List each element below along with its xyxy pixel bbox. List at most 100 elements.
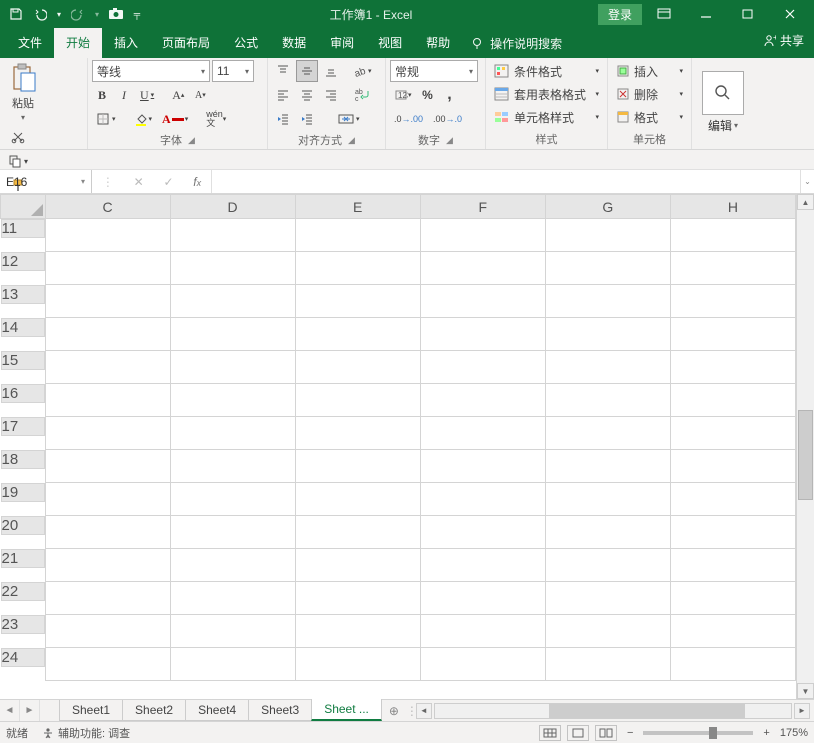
cell[interactable]	[295, 615, 420, 648]
cell[interactable]	[670, 318, 795, 351]
cell[interactable]	[670, 549, 795, 582]
column-header[interactable]: C	[45, 195, 170, 219]
tab-pagelayout[interactable]: 页面布局	[150, 28, 222, 58]
sheet-tab[interactable]: Sheet ...	[311, 699, 382, 721]
customize-qat-icon[interactable]: ╤	[130, 4, 144, 24]
cell[interactable]	[45, 615, 170, 648]
accessibility-status[interactable]: 辅助功能: 调查	[42, 725, 130, 741]
cell[interactable]	[545, 483, 670, 516]
cell[interactable]	[545, 549, 670, 582]
cell[interactable]	[170, 417, 295, 450]
bold-button[interactable]: B	[92, 84, 112, 106]
cell[interactable]	[670, 648, 795, 681]
cell[interactable]	[420, 318, 545, 351]
cell[interactable]	[45, 450, 170, 483]
row-header[interactable]: 20	[1, 516, 45, 535]
row-header[interactable]: 16	[1, 384, 45, 403]
row-header[interactable]: 18	[1, 450, 45, 469]
row-header[interactable]: 11	[1, 219, 45, 238]
cell[interactable]	[295, 219, 420, 252]
row-header[interactable]: 24	[1, 648, 45, 667]
signin-button[interactable]: 登录	[598, 4, 642, 25]
expand-formula-bar-icon[interactable]: ⌄	[800, 170, 814, 193]
new-sheet-button[interactable]: ⊕	[382, 700, 406, 721]
accounting-format-button[interactable]: 123▾	[390, 84, 416, 106]
sheet-tab[interactable]: Sheet4	[185, 700, 249, 721]
cell[interactable]	[170, 483, 295, 516]
close-icon[interactable]	[770, 0, 810, 28]
tell-me[interactable]: 操作说明搜索	[462, 29, 570, 58]
cell[interactable]	[420, 582, 545, 615]
vertical-scrollbar[interactable]: ▲ ▼	[796, 194, 814, 699]
cell[interactable]	[45, 384, 170, 417]
cell[interactable]	[170, 648, 295, 681]
tab-home[interactable]: 开始	[54, 28, 102, 58]
cell[interactable]	[670, 384, 795, 417]
tab-view[interactable]: 视图	[366, 28, 414, 58]
wrap-text-button[interactable]: abc	[350, 84, 374, 106]
share-button[interactable]: + 共享	[762, 32, 804, 49]
cell[interactable]	[670, 351, 795, 384]
cell[interactable]	[45, 285, 170, 318]
cell[interactable]	[545, 516, 670, 549]
page-layout-view-button[interactable]	[567, 725, 589, 741]
cell[interactable]	[545, 219, 670, 252]
cell[interactable]	[420, 351, 545, 384]
cell[interactable]	[170, 219, 295, 252]
cell[interactable]	[420, 384, 545, 417]
cell[interactable]	[420, 417, 545, 450]
font-name-combo[interactable]: 等线▾	[92, 60, 210, 82]
cell[interactable]	[545, 318, 670, 351]
cell[interactable]	[670, 483, 795, 516]
cell[interactable]	[670, 516, 795, 549]
sheet-nav-prev-icon[interactable]: ◄	[0, 700, 20, 721]
chevron-down-icon[interactable]: ▾	[54, 4, 64, 24]
align-center-button[interactable]	[296, 84, 318, 106]
column-header[interactable]: H	[670, 195, 795, 219]
format-as-table-button[interactable]: 套用表格格式▾	[490, 83, 603, 105]
conditional-formatting-button[interactable]: 条件格式▾	[490, 60, 603, 82]
row-header[interactable]: 15	[1, 351, 45, 370]
dialog-launcher-icon[interactable]: ◢	[348, 135, 355, 146]
sheet-nav-next-icon[interactable]: ►	[20, 700, 40, 721]
orientation-button[interactable]: ab▾	[350, 60, 376, 82]
row-header[interactable]: 19	[1, 483, 45, 502]
phonetic-guide-button[interactable]: wén文▾	[202, 108, 230, 130]
align-bottom-button[interactable]	[320, 60, 342, 82]
minimize-icon[interactable]	[686, 0, 726, 28]
column-header[interactable]: E	[295, 195, 420, 219]
cell[interactable]	[545, 450, 670, 483]
italic-button[interactable]: I	[114, 84, 134, 106]
cell[interactable]	[45, 549, 170, 582]
underline-button[interactable]: U▾	[136, 84, 158, 106]
row-header[interactable]: 14	[1, 318, 45, 337]
tab-insert[interactable]: 插入	[102, 28, 150, 58]
delete-cells-button[interactable]: 删除▾	[612, 83, 687, 105]
scroll-down-icon[interactable]: ▼	[797, 683, 814, 699]
row-header[interactable]: 12	[1, 252, 45, 271]
cell[interactable]	[420, 450, 545, 483]
cell[interactable]	[170, 318, 295, 351]
font-color-button[interactable]: A▾	[158, 108, 192, 130]
tab-data[interactable]: 数据	[270, 28, 318, 58]
sheet-tab[interactable]: Sheet1	[59, 700, 123, 721]
cell[interactable]	[670, 582, 795, 615]
cell[interactable]	[45, 252, 170, 285]
tab-file[interactable]: 文件	[6, 28, 54, 58]
cell[interactable]	[545, 648, 670, 681]
sheet-tab[interactable]: Sheet2	[122, 700, 186, 721]
cell[interactable]	[670, 219, 795, 252]
cell[interactable]	[420, 516, 545, 549]
redo-icon[interactable]	[68, 4, 88, 24]
cell[interactable]	[545, 615, 670, 648]
scrollbar-thumb[interactable]	[798, 410, 813, 500]
cell[interactable]	[545, 351, 670, 384]
insert-cells-button[interactable]: 插入▾	[612, 60, 687, 82]
cell[interactable]	[545, 417, 670, 450]
align-middle-button[interactable]	[296, 60, 318, 82]
cut-button[interactable]	[4, 126, 32, 148]
cell[interactable]	[295, 648, 420, 681]
align-top-button[interactable]	[272, 60, 294, 82]
find-select-button[interactable]	[702, 71, 744, 115]
dialog-launcher-icon[interactable]: ◢	[446, 135, 453, 146]
